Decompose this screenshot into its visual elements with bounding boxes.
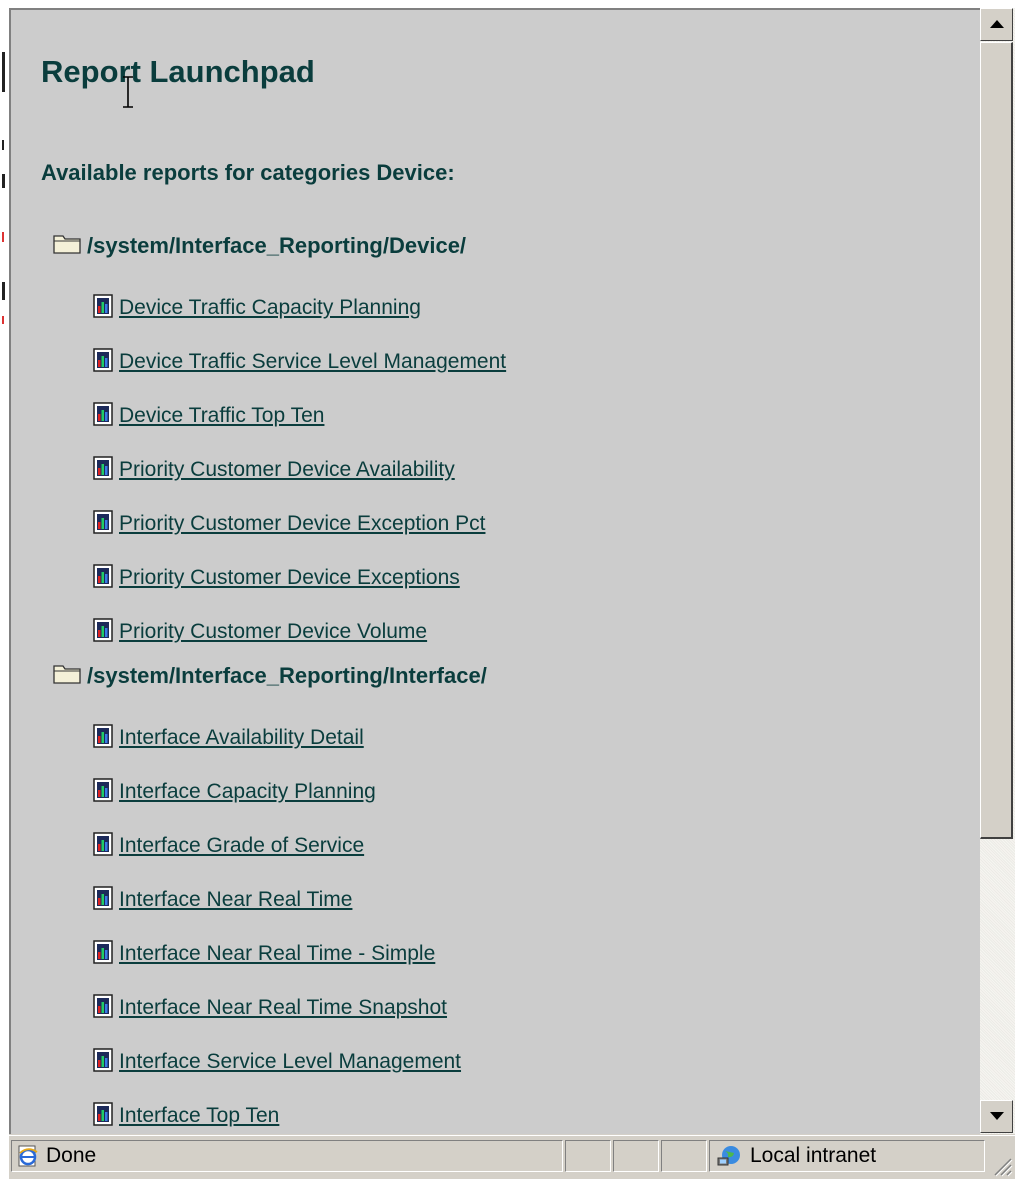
report-chart-icon[interactable] (93, 885, 119, 915)
report-item[interactable]: Device Traffic Top Ten (93, 401, 324, 431)
vertical-scrollbar[interactable] (980, 8, 1015, 1134)
report-chart-icon[interactable] (93, 939, 119, 969)
status-cell (613, 1140, 659, 1172)
report-chart-icon[interactable] (93, 993, 119, 1023)
report-item[interactable]: Interface Capacity Planning (93, 777, 376, 807)
report-link[interactable]: Interface Capacity Planning (119, 780, 376, 804)
report-item[interactable]: Priority Customer Device Exception Pct (93, 509, 485, 539)
report-chart-icon[interactable] (93, 831, 119, 861)
report-link[interactable]: Priority Customer Device Exception Pct (119, 512, 485, 536)
report-item[interactable]: Interface Near Real Time (93, 885, 352, 915)
arrow-up-icon (990, 20, 1004, 28)
report-item[interactable]: Device Traffic Capacity Planning (93, 293, 421, 323)
status-text-cell: Done (11, 1140, 563, 1172)
report-link[interactable]: Interface Near Real Time - Simple (119, 942, 435, 966)
zone-label: Local intranet (750, 1144, 877, 1167)
folder-icon (53, 662, 87, 690)
report-link[interactable]: Interface Top Ten (119, 1104, 279, 1128)
report-item[interactable]: Interface Grade of Service (93, 831, 364, 861)
report-chart-icon[interactable] (93, 401, 119, 431)
arrow-down-icon (990, 1112, 1004, 1120)
report-chart-icon[interactable] (93, 455, 119, 485)
folder-path: /system/Interface_Reporting/Interface/ (87, 663, 487, 688)
report-link[interactable]: Device Traffic Service Level Management (119, 350, 506, 374)
resize-grip-icon[interactable] (991, 1155, 1013, 1177)
page-title: Report Launchpad (41, 54, 315, 89)
report-chart-icon[interactable] (93, 723, 119, 753)
folder-icon (53, 232, 87, 260)
report-link[interactable]: Priority Customer Device Exceptions (119, 566, 460, 590)
background-window-edge (0, 0, 9, 1178)
report-item[interactable]: Device Traffic Service Level Management (93, 347, 506, 377)
report-item[interactable]: Priority Customer Device Exceptions (93, 563, 460, 593)
report-item[interactable]: Priority Customer Device Availability (93, 455, 455, 485)
folder-row: /system/Interface_Reporting/Device/ (53, 231, 466, 261)
report-link[interactable]: Interface Grade of Service (119, 834, 364, 858)
status-bar: Done Local intranet (9, 1135, 1015, 1179)
scroll-up-button[interactable] (980, 8, 1013, 41)
report-item[interactable]: Priority Customer Device Volume (93, 617, 427, 647)
browser-window: Report Launchpad Available reports for c… (9, 8, 1015, 1179)
report-link[interactable]: Interface Near Real Time Snapshot (119, 996, 447, 1020)
page-top-edge (0, 0, 1015, 8)
page-content: Report Launchpad Available reports for c… (9, 8, 980, 1134)
text-cursor-icon (123, 76, 133, 108)
folder-path: /system/Interface_Reporting/Device/ (87, 233, 467, 258)
report-item[interactable]: Interface Top Ten (93, 1101, 279, 1131)
status-cell (565, 1140, 611, 1172)
local-intranet-icon (717, 1146, 740, 1166)
report-link[interactable]: Interface Near Real Time (119, 888, 352, 912)
status-text: Done (46, 1144, 97, 1167)
scroll-thumb[interactable] (980, 42, 1013, 839)
report-chart-icon[interactable] (93, 347, 119, 377)
report-chart-icon[interactable] (93, 1101, 119, 1131)
report-item[interactable]: Interface Availability Detail (93, 723, 364, 753)
report-chart-icon[interactable] (93, 777, 119, 807)
report-chart-icon[interactable] (93, 1047, 119, 1077)
report-item[interactable]: Interface Near Real Time - Simple (93, 939, 435, 969)
report-link[interactable]: Device Traffic Top Ten (119, 404, 324, 428)
report-chart-icon[interactable] (93, 617, 119, 647)
folder-row: /system/Interface_Reporting/Interface/ (53, 661, 487, 691)
report-chart-icon[interactable] (93, 509, 119, 539)
ie-page-icon (18, 1145, 38, 1167)
report-link[interactable]: Interface Service Level Management (119, 1050, 461, 1074)
report-item[interactable]: Interface Near Real Time Snapshot (93, 993, 447, 1023)
report-chart-icon[interactable] (93, 293, 119, 323)
report-item[interactable]: Interface Service Level Management (93, 1047, 461, 1077)
report-link[interactable]: Priority Customer Device Volume (119, 620, 427, 644)
report-chart-icon[interactable] (93, 563, 119, 593)
scroll-down-button[interactable] (980, 1100, 1013, 1133)
report-link[interactable]: Priority Customer Device Availability (119, 458, 455, 482)
zone-cell: Local intranet (709, 1140, 985, 1172)
report-link[interactable]: Interface Availability Detail (119, 726, 364, 750)
status-cell (661, 1140, 707, 1172)
categories-heading: Available reports for categories Device: (41, 160, 455, 185)
report-link[interactable]: Device Traffic Capacity Planning (119, 296, 421, 320)
